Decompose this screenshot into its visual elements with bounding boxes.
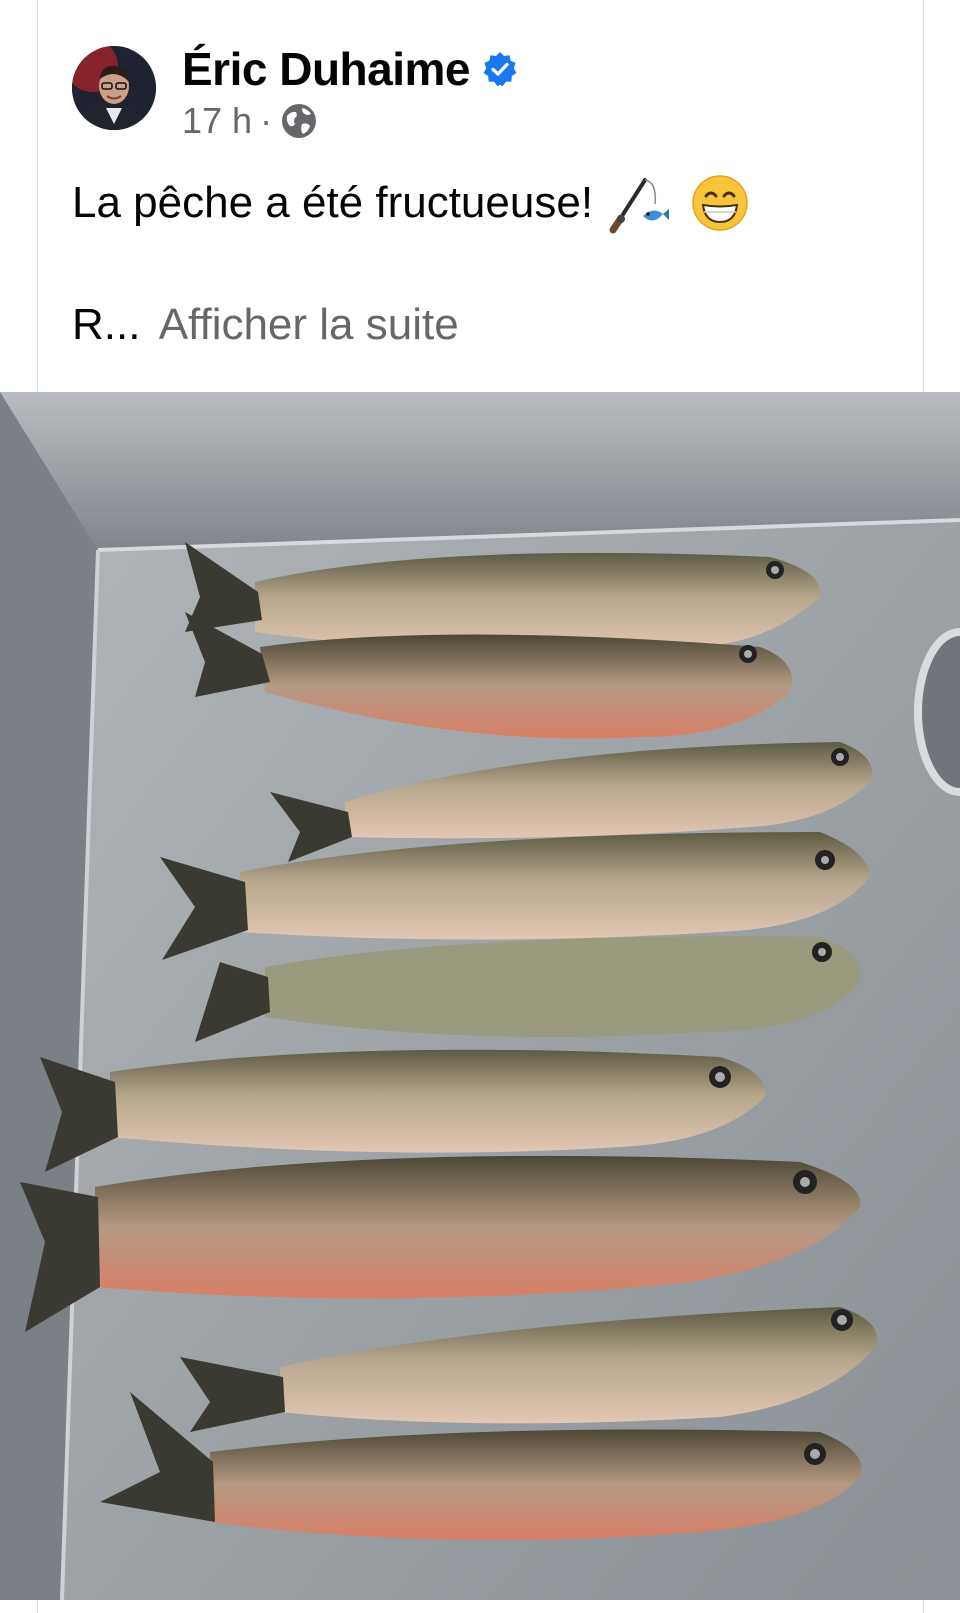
fishing-pole-emoji [609,178,670,234]
post-photo[interactable] [0,392,960,1600]
author-row: Éric Duhaime [182,42,518,96]
grinning-face-emoji [692,175,748,231]
see-more-row: R... Afficher la suite [72,300,459,350]
post-header: Éric Duhaime 17 h · [72,42,772,141]
meta-separator: · [260,100,273,141]
author-avatar[interactable] [72,46,156,130]
post-time[interactable]: 17 h [182,100,252,142]
post-text-row: La pêche a été fructueuse! [72,170,749,236]
globe-icon[interactable] [280,102,318,140]
post-text: La pêche a été fructueuse! [72,178,594,227]
post-meta: 17 h · [182,100,318,142]
author-name[interactable]: Éric Duhaime [182,42,471,96]
see-more-link[interactable]: Afficher la suite [159,300,459,349]
verified-badge-icon [483,52,517,87]
truncated-text: R... [72,300,141,349]
